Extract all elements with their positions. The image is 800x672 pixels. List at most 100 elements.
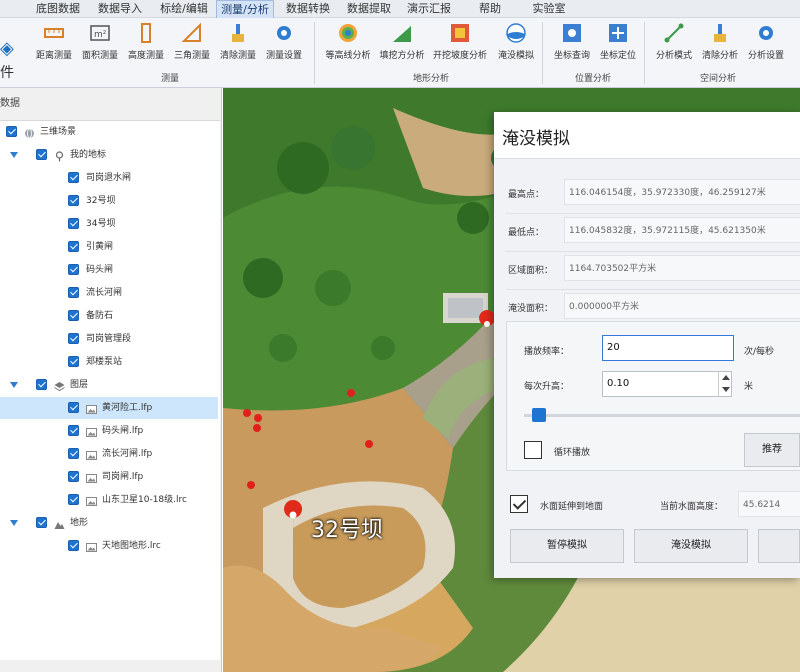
water-level-slider-track[interactable]	[524, 414, 800, 417]
tree-checkbox[interactable]	[36, 149, 47, 160]
highest-point-value: 116.046154度，35.972330度，46.259127米	[564, 179, 800, 205]
menu-help[interactable]: 帮助	[472, 0, 508, 18]
current-water-label: 当前水面高度：	[660, 502, 724, 512]
image-icon	[86, 494, 97, 506]
tree-node-label: 码头闸	[86, 265, 114, 275]
extend-to-ground-checkbox[interactable]	[510, 495, 528, 513]
locate-icon	[609, 24, 627, 42]
stepper-up-icon[interactable]	[722, 375, 730, 380]
pause-simulation-button[interactable]: 暂停模拟	[510, 529, 624, 563]
brush-icon	[232, 24, 244, 42]
tree-node-label: 三维场景	[40, 127, 77, 137]
data-panel: 数据 三维场景我的地标 司岗退水闸 32号坝 34号坝引黄闸码头闸流长河闸备防石 司岗管…	[0, 88, 222, 672]
water-level-slider-thumb[interactable]	[532, 408, 547, 422]
tree-checkbox[interactable]	[36, 517, 47, 528]
flood-simulation-button[interactable]: 淹没模拟	[494, 20, 538, 68]
tree-checkbox[interactable]	[6, 126, 17, 137]
tree-checkbox[interactable]	[68, 310, 79, 321]
slope-analysis-button[interactable]: 开挖坡度分析	[433, 20, 487, 68]
terrain-group-label: 地形分析	[412, 74, 449, 84]
tree-node[interactable]: 司岗管理段	[0, 328, 218, 350]
rise-per-step-stepper[interactable]	[718, 371, 732, 397]
menu-presentation[interactable]: 演示汇报	[401, 0, 457, 18]
menu-data-convert[interactable]: 数据转换	[280, 0, 336, 18]
tree-node-label: 码头闸.lfp	[102, 426, 144, 436]
tree-node[interactable]: 三维场景	[0, 121, 218, 143]
tree-node[interactable]: 32号坝	[0, 190, 218, 212]
coordinate-locate-button[interactable]: 坐标定位	[596, 20, 640, 68]
tree-checkbox[interactable]	[68, 448, 79, 459]
tree-checkbox[interactable]	[68, 264, 79, 275]
tree-checkbox[interactable]	[68, 241, 79, 252]
menu-lab[interactable]: 实验室	[526, 0, 572, 18]
menu-data-import[interactable]: 数据导入	[92, 0, 148, 18]
tree-checkbox[interactable]	[68, 425, 79, 436]
current-water-value: 45.6214	[738, 491, 800, 517]
tree-checkbox[interactable]	[36, 379, 47, 390]
tree-checkbox[interactable]	[68, 471, 79, 482]
expand-icon[interactable]	[10, 382, 18, 388]
tree-checkbox[interactable]	[68, 402, 79, 413]
tree-node[interactable]: 司岗退水闸	[0, 167, 218, 189]
menu-basemap-data[interactable]: 底图数据	[30, 0, 86, 18]
panel-title: 数据	[0, 98, 20, 109]
gear-icon	[759, 26, 773, 40]
tree-node[interactable]: 司岗闸.lfp	[0, 466, 218, 488]
stepper-down-icon[interactable]	[722, 387, 730, 392]
start-simulation-button[interactable]: 淹没模拟	[634, 529, 748, 563]
tree-checkbox[interactable]	[68, 333, 79, 344]
tree-checkbox[interactable]	[68, 218, 79, 229]
tree-node[interactable]: 34号坝	[0, 213, 218, 235]
menu-measure-analysis[interactable]: 测量/分析	[216, 0, 274, 18]
file-menu-label[interactable]: 件	[0, 62, 14, 82]
image-icon	[86, 540, 97, 552]
tree-node-label: 流长河闸	[86, 288, 123, 298]
dialog-body: 最高点： 116.046154度，35.972330度，46.259127米 最…	[494, 158, 800, 578]
contour-analysis-button[interactable]: 等高线分析	[325, 20, 371, 68]
tree-node[interactable]: 引黄闸	[0, 236, 218, 258]
tree-checkbox[interactable]	[68, 195, 79, 206]
tree-node[interactable]: 备防石	[0, 305, 218, 327]
height-icon	[141, 23, 151, 43]
play-frequency-input[interactable]: 20	[602, 335, 734, 361]
more-button[interactable]	[758, 529, 800, 563]
analysis-mode-icon	[664, 23, 684, 43]
divider	[506, 213, 800, 214]
push-button[interactable]: 推荐	[744, 433, 800, 467]
measure-settings-button[interactable]: 测量设置	[262, 20, 306, 68]
expand-icon[interactable]	[10, 520, 18, 526]
tree-node[interactable]: 码头闸	[0, 259, 218, 281]
tree-node[interactable]: 地形	[0, 512, 218, 534]
tree-checkbox[interactable]	[68, 172, 79, 183]
place-label-32[interactable]: 32号坝	[311, 512, 383, 544]
tree-node[interactable]: 黄河险工.lfp	[0, 397, 218, 419]
tree-node[interactable]: 山东卫星10-18级.lrc	[0, 489, 218, 511]
menu-data-extract[interactable]: 数据提取	[341, 0, 397, 18]
tree-checkbox[interactable]	[68, 494, 79, 505]
tree-node[interactable]: 我的地标	[0, 144, 218, 166]
flood-simulation-label: 淹没模拟	[497, 51, 534, 61]
rise-per-step-input[interactable]: 0.10	[602, 371, 732, 397]
tree-node[interactable]: 图层	[0, 374, 218, 396]
area-icon: m²	[90, 25, 110, 41]
gear-icon	[277, 26, 291, 40]
tree-node[interactable]: 码头闸.lfp	[0, 420, 218, 442]
tree-checkbox[interactable]	[68, 287, 79, 298]
tree-node[interactable]: 郑楼泵站	[0, 351, 218, 373]
loop-play-checkbox[interactable]	[524, 441, 542, 459]
analysis-settings-button[interactable]: 分析设置	[744, 20, 788, 68]
tree-node-label: 黄河险工.lfp	[102, 403, 153, 413]
menu-plot-edit[interactable]: 标绘/编辑	[154, 0, 214, 18]
tree-node[interactable]: 天地图地形.lrc	[0, 535, 218, 557]
tree-node-label: 34号坝	[86, 219, 116, 229]
cut-fill-analysis-label: 填挖方分析	[379, 51, 425, 61]
tree-node[interactable]: 流长河闸	[0, 282, 218, 304]
tree-node[interactable]: 流长河闸.lfp	[0, 443, 218, 465]
tree-checkbox[interactable]	[68, 356, 79, 367]
file-menu-icon[interactable]: ◈	[0, 38, 14, 59]
layer-tree: 三维场景我的地标 司岗退水闸 32号坝 34号坝引黄闸码头闸流长河闸备防石 司岗管理段郑…	[0, 120, 220, 660]
expand-icon[interactable]	[10, 152, 18, 158]
tree-checkbox[interactable]	[68, 540, 79, 551]
cut-fill-analysis-button[interactable]: 填挖方分析	[379, 20, 425, 68]
slope-icon	[451, 24, 469, 42]
